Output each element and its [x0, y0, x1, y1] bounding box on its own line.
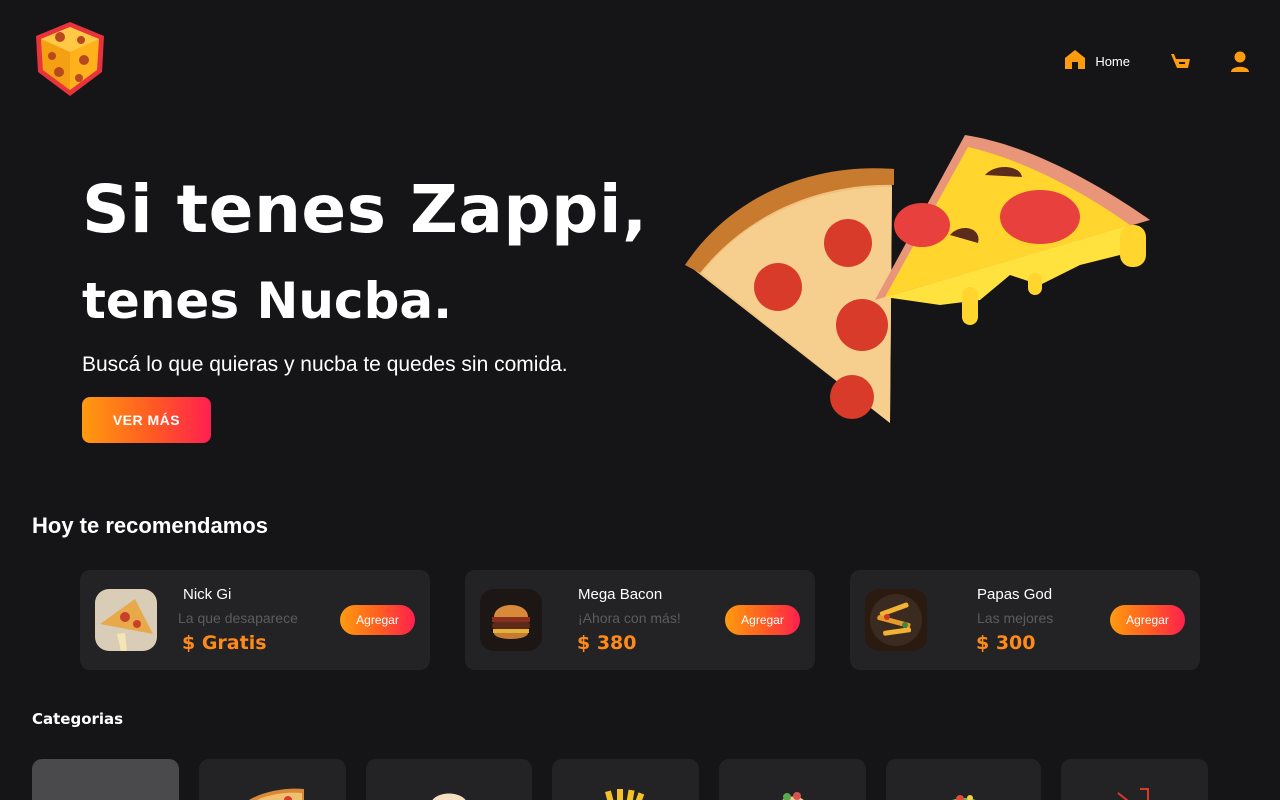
recommendation-card: Mega Bacon ¡Ahora con más! $ 380 Agregar	[465, 570, 815, 670]
main-nav: Home	[1064, 48, 1250, 75]
category-fries[interactable]	[552, 759, 699, 800]
add-button[interactable]: Agregar	[1110, 605, 1185, 635]
burger-thumbnail	[480, 589, 542, 651]
pizza-icon	[248, 788, 304, 800]
category-salad[interactable]	[886, 759, 1041, 800]
hero-title-line2: tenes Nucba.	[82, 272, 453, 330]
drink-icon	[1116, 788, 1149, 800]
recommendation-price: $ 300	[976, 632, 1036, 654]
burger-icon	[432, 793, 466, 800]
fries-thumbnail	[865, 589, 927, 651]
recommendation-description: ¡Ahora con más!	[578, 610, 681, 626]
category-burger[interactable]	[366, 759, 532, 800]
salad-icon	[951, 795, 976, 800]
add-button[interactable]: Agregar	[725, 605, 800, 635]
recommendation-card: Papas God Las mejores $ 300 Agregar	[850, 570, 1200, 670]
fries-icon	[604, 789, 644, 800]
home-icon	[1064, 48, 1086, 75]
logo-icon[interactable]	[32, 20, 108, 98]
category-taco[interactable]	[719, 759, 866, 800]
recommendation-description: La que desaparece	[178, 610, 298, 626]
nav-home-label: Home	[1095, 54, 1130, 69]
pizza-slices-illustration	[680, 125, 1160, 435]
hero-subtitle: Buscá lo que quieras y nucba te quedes s…	[82, 353, 568, 376]
category-all[interactable]	[32, 759, 179, 800]
taco-icon	[782, 792, 803, 800]
ver-mas-button[interactable]: VER MÁS	[82, 397, 211, 443]
recommendation-name: Mega Bacon	[578, 586, 663, 603]
category-pizza[interactable]	[199, 759, 346, 800]
recommendation-card: Nick Gi La que desaparece $ Gratis Agreg…	[80, 570, 430, 670]
categories-title: Categorias	[32, 710, 124, 728]
recommendation-price: $ 380	[577, 632, 637, 654]
recommendation-description: Las mejores	[977, 610, 1054, 626]
recommendations-title: Hoy te recomendamos	[32, 513, 268, 538]
nav-home-link[interactable]: Home	[1064, 48, 1130, 75]
recommendation-name: Papas God	[977, 586, 1053, 603]
cart-icon[interactable]	[1170, 53, 1192, 71]
category-drink[interactable]	[1061, 759, 1208, 800]
recommendation-price: $ Gratis	[182, 632, 267, 654]
recommendation-name: Nick Gi	[183, 586, 232, 603]
add-button[interactable]: Agregar	[340, 605, 415, 635]
user-icon[interactable]	[1230, 51, 1250, 73]
hero-title-line1: Si tenes Zappi,	[82, 171, 648, 248]
pizza-thumbnail	[95, 589, 157, 651]
